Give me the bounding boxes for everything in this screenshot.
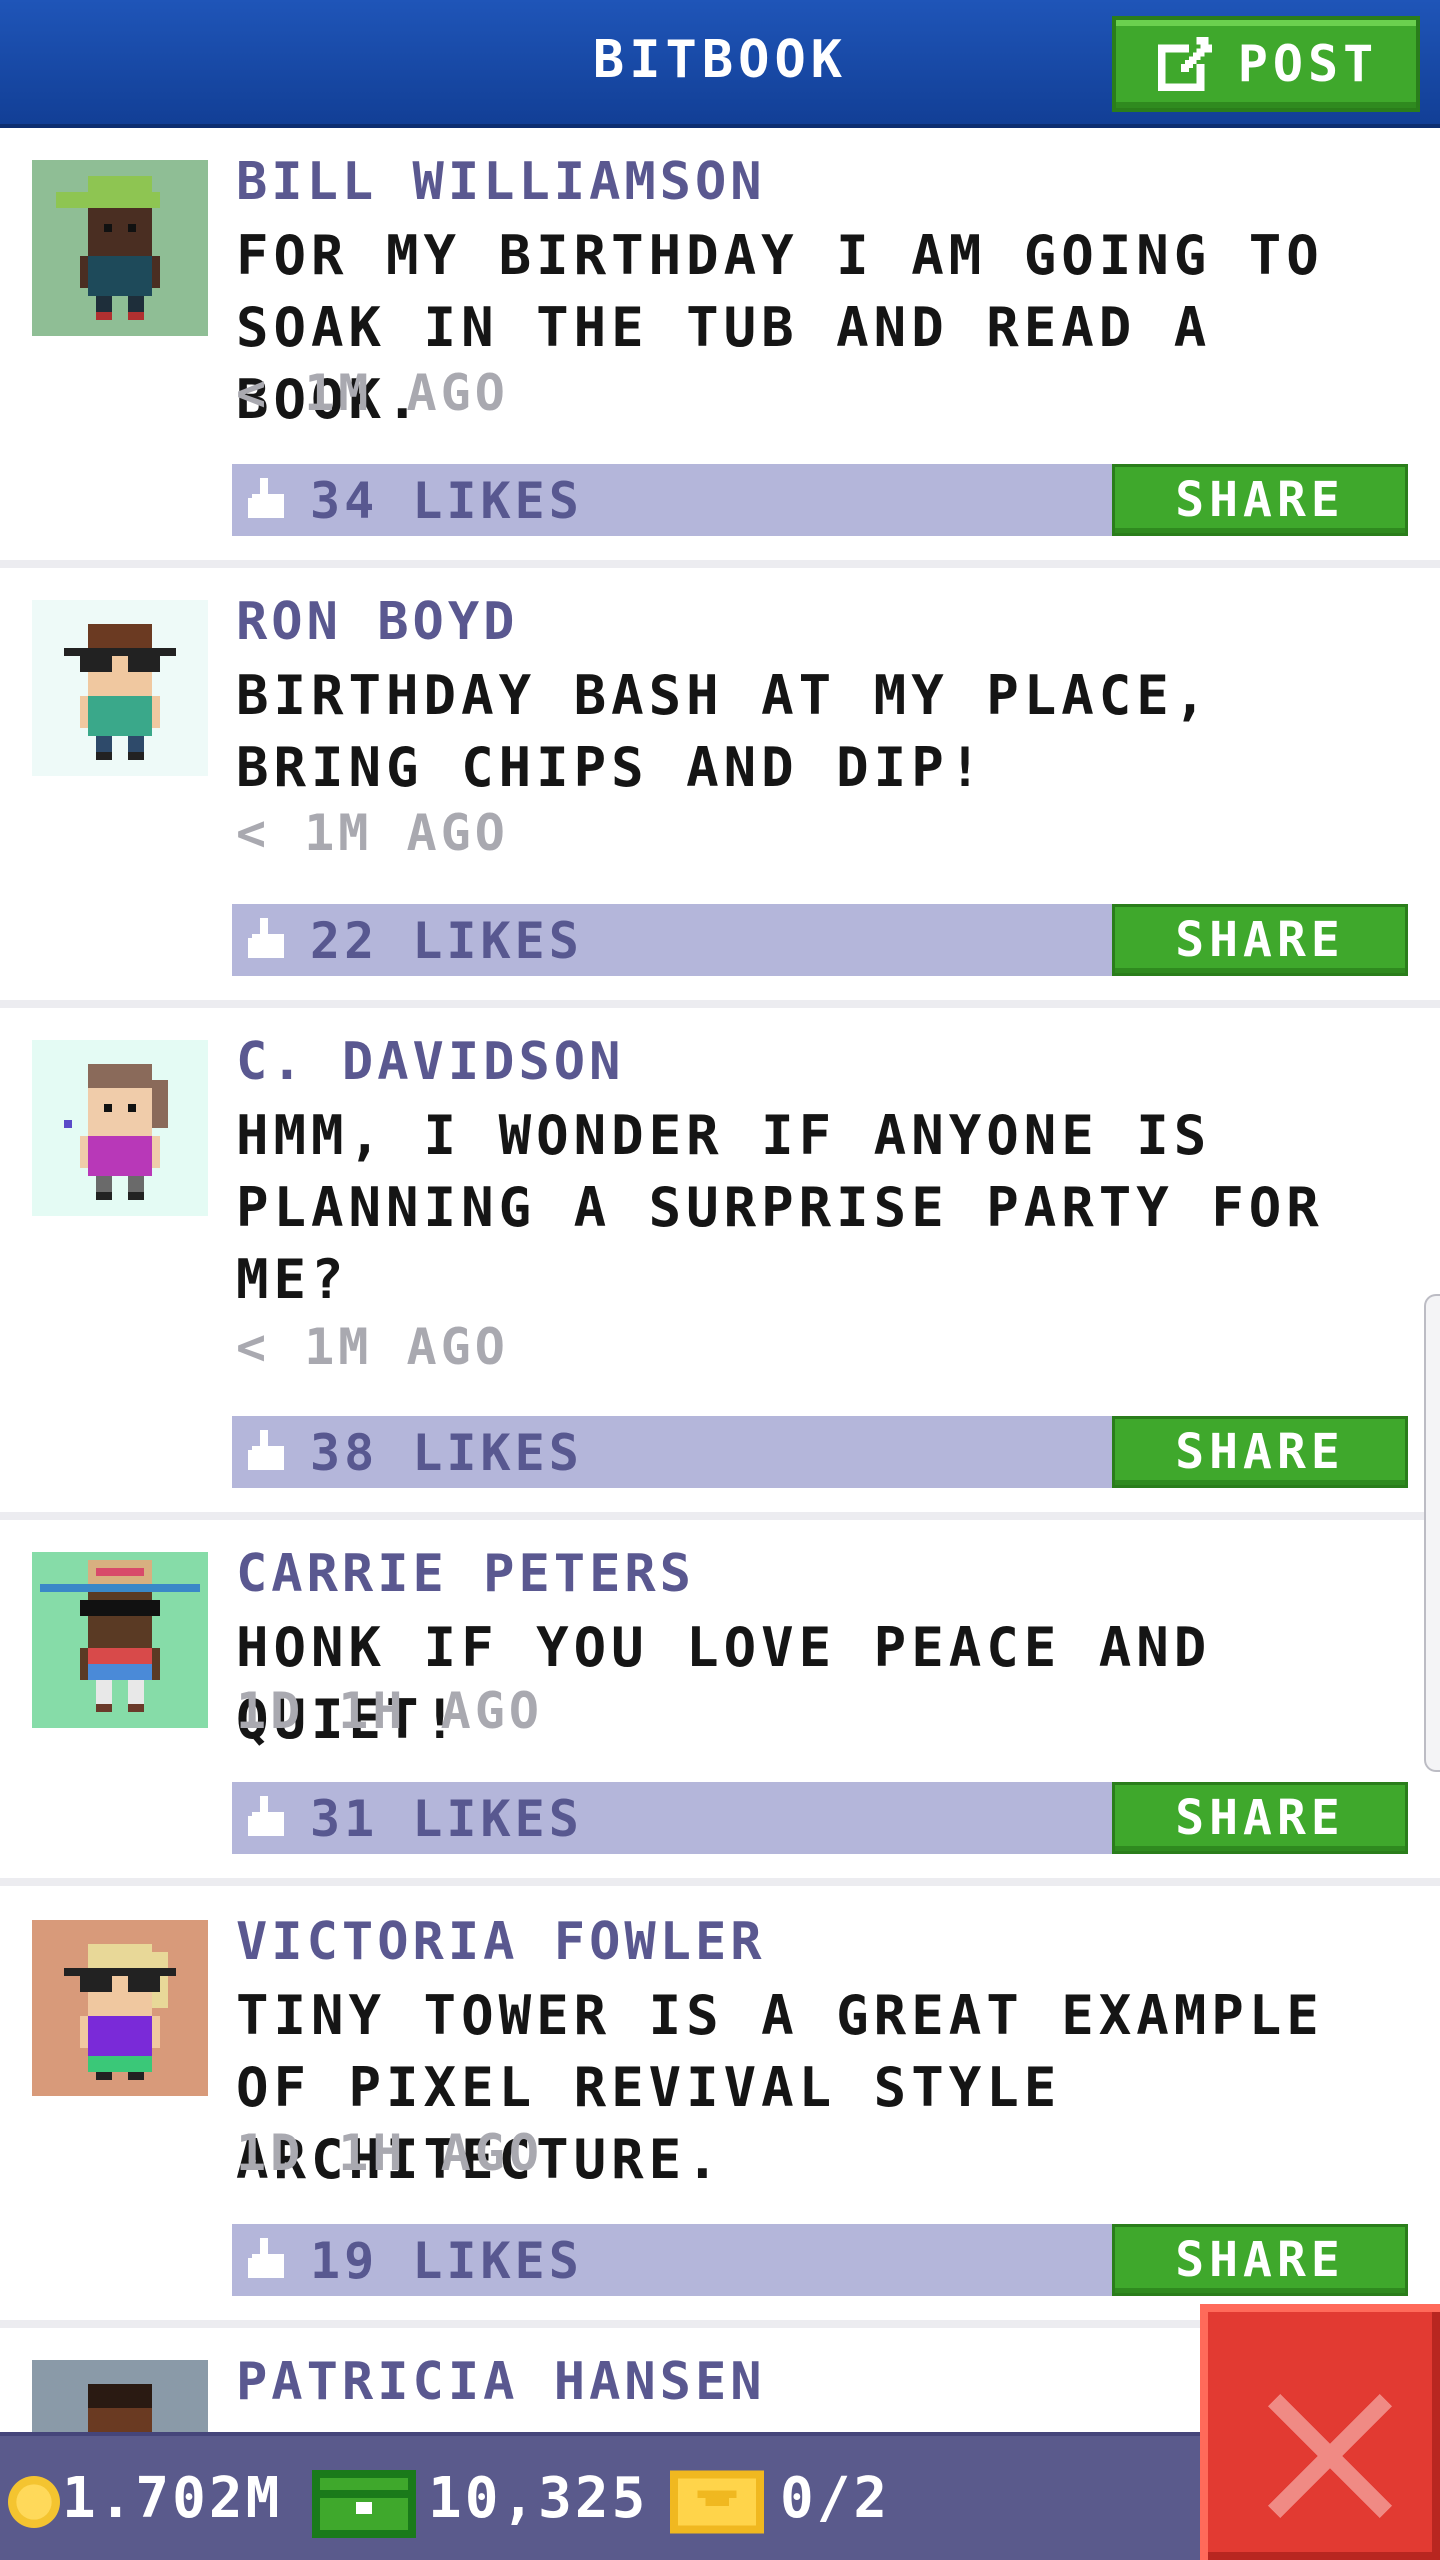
post-author[interactable]: BILL WILLIAMSON [236, 152, 766, 212]
tickets-value: 0/2 [780, 2466, 891, 2531]
avatar [32, 1040, 208, 1216]
share-button[interactable]: SHARE [1112, 464, 1408, 536]
app-header: BITBOOK POST [0, 0, 1440, 128]
likes-count: 22 LIKES [310, 912, 583, 970]
post-author[interactable]: VICTORIA FOWLER [236, 1912, 766, 1972]
post-divider [0, 1000, 1440, 1008]
post-timestamp: < 1M AGO [236, 804, 509, 862]
likes-count: 19 LIKES [310, 2232, 583, 2290]
bux-value: 10,325 [428, 2466, 649, 2531]
close-icon [1268, 2394, 1392, 2518]
ticket-icon [670, 2470, 764, 2534]
likes-count: 38 LIKES [310, 1424, 583, 1482]
post-message: BIRTHDAY BASH AT MY PLACE, BRING CHIPS A… [236, 664, 1212, 799]
avatar [32, 1552, 208, 1728]
post-timestamp: < 1M AGO [236, 1318, 509, 1376]
post-timestamp: < 1M AGO [236, 364, 509, 422]
post-button-label: POST [1237, 35, 1379, 93]
thumbs-up-icon [248, 1796, 284, 1836]
thumbs-up-icon [248, 2238, 284, 2278]
like-bar[interactable]: 38 LIKES SHARE [232, 1416, 1408, 1488]
like-bar[interactable]: 22 LIKES SHARE [232, 904, 1408, 976]
share-button[interactable]: SHARE [1112, 1782, 1408, 1854]
post-button[interactable]: POST [1112, 16, 1420, 112]
avatar [32, 160, 208, 336]
coin-icon [8, 2476, 60, 2528]
post-author[interactable]: PATRICIA HANSEN [236, 2352, 766, 2412]
share-button[interactable]: SHARE [1112, 1416, 1408, 1488]
thumbs-up-icon [248, 1430, 284, 1470]
scrollbar[interactable] [1424, 1294, 1440, 1772]
share-button[interactable]: SHARE [1112, 904, 1408, 976]
coins-value: 1.702M [62, 2466, 283, 2531]
post-divider [0, 1878, 1440, 1886]
post-timestamp: 1D 1H AGO [236, 1682, 543, 1740]
bux-icon [312, 2470, 416, 2538]
post-author[interactable]: CARRIE PETERS [236, 1544, 695, 1604]
like-bar[interactable]: 19 LIKES SHARE [232, 2224, 1408, 2296]
post-timestamp: 1D 1H AGO [236, 2124, 543, 2182]
thumbs-up-icon [248, 918, 284, 958]
avatar [32, 600, 208, 776]
post-author[interactable]: C. DAVIDSON [236, 1032, 624, 1092]
likes-count: 34 LIKES [310, 472, 583, 530]
post-author[interactable]: RON BOYD [236, 592, 518, 652]
post-divider [0, 560, 1440, 568]
likes-count: 31 LIKES [310, 1790, 583, 1848]
avatar [32, 1920, 208, 2096]
edit-icon [1157, 36, 1212, 92]
like-bar[interactable]: 34 LIKES SHARE [232, 464, 1408, 536]
like-bar[interactable]: 31 LIKES SHARE [232, 1782, 1408, 1854]
close-button[interactable] [1200, 2304, 1440, 2560]
post-divider [0, 1512, 1440, 1520]
post-message: HMM, I WONDER IF ANYONE IS PLANNING A SU… [236, 1104, 1324, 1311]
thumbs-up-icon [248, 478, 284, 518]
share-button[interactable]: SHARE [1112, 2224, 1408, 2296]
